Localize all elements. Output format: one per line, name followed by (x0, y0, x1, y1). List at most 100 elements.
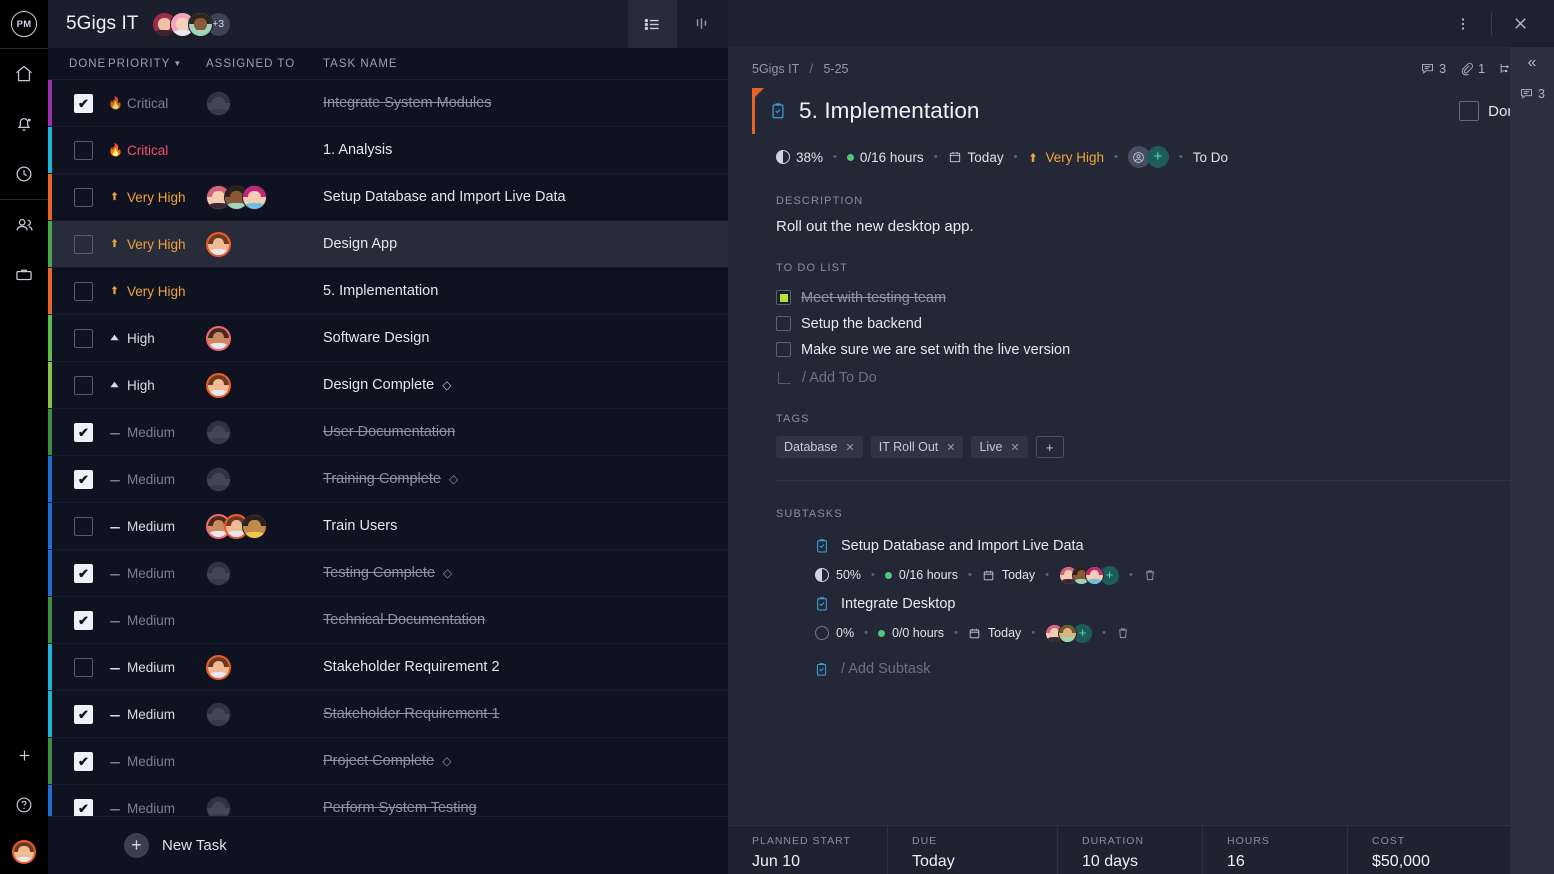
task-name-cell[interactable]: Train Users (323, 518, 728, 534)
task-name-cell[interactable]: Design Complete ◇ (323, 377, 728, 393)
row-done-checkbox[interactable] (74, 469, 93, 489)
assignee-cell[interactable] (206, 231, 323, 257)
todo-item[interactable]: Meet with testing team (776, 285, 1524, 310)
task-name-cell[interactable]: Perform System Testing (323, 800, 728, 816)
comments-tab[interactable]: 3 (1519, 86, 1545, 101)
priority-cell[interactable]: Medium (108, 801, 206, 816)
priority-cell[interactable]: Very High (108, 237, 206, 252)
tag-chip[interactable]: IT Roll Out ✕ (870, 436, 964, 458)
task-name-cell[interactable]: Integrate System Modules (323, 95, 728, 111)
detail-task-title[interactable]: 5. Implementation (799, 98, 980, 124)
description-text[interactable]: Roll out the new desktop app. (776, 218, 1524, 235)
priority-cell[interactable]: Medium (108, 613, 206, 628)
footer-field[interactable]: HOURS 16 (1203, 826, 1348, 874)
footer-field[interactable]: DUE Today (888, 826, 1058, 874)
table-row[interactable]: Very High Design App (48, 221, 728, 268)
table-row[interactable]: Medium Training Complete ◇ (48, 456, 728, 503)
table-row[interactable]: 🔥 Critical 1. Analysis (48, 127, 728, 174)
project-members[interactable]: +3 (151, 11, 231, 37)
footer-field[interactable]: PLANNED START Jun 10 (728, 826, 888, 874)
subtask-header[interactable]: Integrate Desktop (814, 589, 1524, 619)
priority-cell[interactable]: Medium (108, 519, 206, 534)
footer-field[interactable]: COST $50,000 (1348, 826, 1508, 874)
attachment-count[interactable]: 1 (1459, 61, 1485, 76)
task-name-cell[interactable]: Training Complete ◇ (323, 471, 728, 487)
table-row[interactable]: Medium Project Complete ◇ (48, 738, 728, 785)
progress-meta[interactable]: 38% (776, 150, 823, 165)
subtask-assignees[interactable]: + (1059, 565, 1120, 585)
remove-tag-icon[interactable]: ✕ (1010, 441, 1019, 454)
date-meta[interactable]: Today (948, 150, 1004, 165)
assignee-cell[interactable] (206, 795, 323, 816)
assignee-cell[interactable] (206, 372, 323, 398)
status-meta[interactable]: To Do (1193, 150, 1228, 165)
row-done-checkbox[interactable] (74, 657, 93, 677)
priority-cell[interactable]: Medium (108, 754, 206, 769)
table-row[interactable]: Medium Train Users (48, 503, 728, 550)
table-row[interactable]: Medium Perform System Testing (48, 785, 728, 816)
row-done-checkbox[interactable] (74, 375, 93, 395)
hours-meta[interactable]: 0/16 hours (846, 150, 924, 165)
priority-cell[interactable]: Medium (108, 566, 206, 581)
priority-cell[interactable]: 🔥 Critical (108, 143, 206, 158)
remove-tag-icon[interactable]: ✕ (846, 441, 855, 454)
people-icon[interactable] (0, 200, 48, 250)
time-icon[interactable] (0, 149, 48, 199)
assignee-cell[interactable] (206, 90, 323, 116)
assignee-cell[interactable] (206, 513, 323, 539)
priority-cell[interactable]: Medium (108, 425, 206, 440)
more-options-icon[interactable] (1443, 0, 1483, 47)
delete-subtask-icon[interactable] (1143, 568, 1157, 582)
breadcrumb-id[interactable]: 5-25 (823, 62, 848, 76)
row-done-checkbox[interactable] (74, 140, 93, 160)
table-row[interactable]: 🔥 Critical Integrate System Modules (48, 80, 728, 127)
assignee-meta[interactable]: + (1127, 146, 1169, 168)
tag-chip[interactable]: Database ✕ (776, 436, 863, 458)
table-row[interactable]: Very High 5. Implementation (48, 268, 728, 315)
task-name-cell[interactable]: 1. Analysis (323, 142, 728, 158)
add-todo-button[interactable]: / Add To Do (776, 370, 1524, 386)
view-toggle-list[interactable] (628, 0, 677, 48)
add-subtask-button[interactable]: / Add Subtask (814, 661, 1524, 677)
help-icon[interactable] (0, 780, 48, 830)
row-done-checkbox[interactable] (74, 798, 93, 816)
priority-cell[interactable]: Very High (108, 190, 206, 205)
todo-checkbox[interactable] (776, 342, 791, 357)
tag-chip[interactable]: Live ✕ (971, 436, 1028, 458)
notifications-icon[interactable] (0, 99, 48, 149)
todo-checkbox[interactable] (776, 316, 791, 331)
assignee-cell[interactable] (206, 701, 323, 727)
priority-cell[interactable]: Medium (108, 660, 206, 675)
comment-count[interactable]: 3 (1420, 61, 1446, 76)
row-done-checkbox[interactable] (74, 751, 93, 771)
add-assignee-button[interactable]: + (1146, 146, 1169, 168)
home-icon[interactable] (0, 49, 48, 99)
table-row[interactable]: Medium Stakeholder Requirement 2 (48, 644, 728, 691)
table-row[interactable]: Medium Stakeholder Requirement 1 (48, 691, 728, 738)
row-done-checkbox[interactable] (74, 610, 93, 630)
row-done-checkbox[interactable] (74, 328, 93, 348)
todo-item[interactable]: Setup the backend (776, 311, 1524, 336)
task-name-cell[interactable]: Software Design (323, 330, 728, 346)
view-toggle-board[interactable] (677, 0, 726, 48)
assignee-cell[interactable] (206, 466, 323, 492)
task-name-cell[interactable]: Testing Complete ◇ (323, 565, 728, 581)
assignee-cell[interactable] (206, 419, 323, 445)
add-tag-button[interactable]: + (1035, 436, 1064, 458)
task-name-cell[interactable]: Stakeholder Requirement 1 (323, 706, 728, 722)
task-name-cell[interactable]: 5. Implementation (323, 283, 728, 299)
workspace-icon[interactable] (0, 250, 48, 300)
breadcrumb-project[interactable]: 5Gigs IT (752, 62, 799, 76)
add-icon[interactable] (0, 730, 48, 780)
priority-cell[interactable]: Medium (108, 472, 206, 487)
close-icon[interactable] (1500, 0, 1540, 47)
priority-cell[interactable]: High (108, 378, 206, 393)
collapse-icon[interactable]: « (1528, 54, 1537, 72)
column-header-priority[interactable]: PRIORITY ▼ (108, 58, 206, 70)
priority-meta[interactable]: Very High (1027, 150, 1104, 165)
table-row[interactable]: High Design Complete ◇ (48, 362, 728, 409)
task-name-cell[interactable]: Technical Documentation (323, 612, 728, 628)
breadcrumb-path[interactable]: 5Gigs IT / 5-25 (752, 62, 849, 76)
task-name-cell[interactable]: User Documentation (323, 424, 728, 440)
new-task-button[interactable]: + New Task (48, 816, 728, 874)
